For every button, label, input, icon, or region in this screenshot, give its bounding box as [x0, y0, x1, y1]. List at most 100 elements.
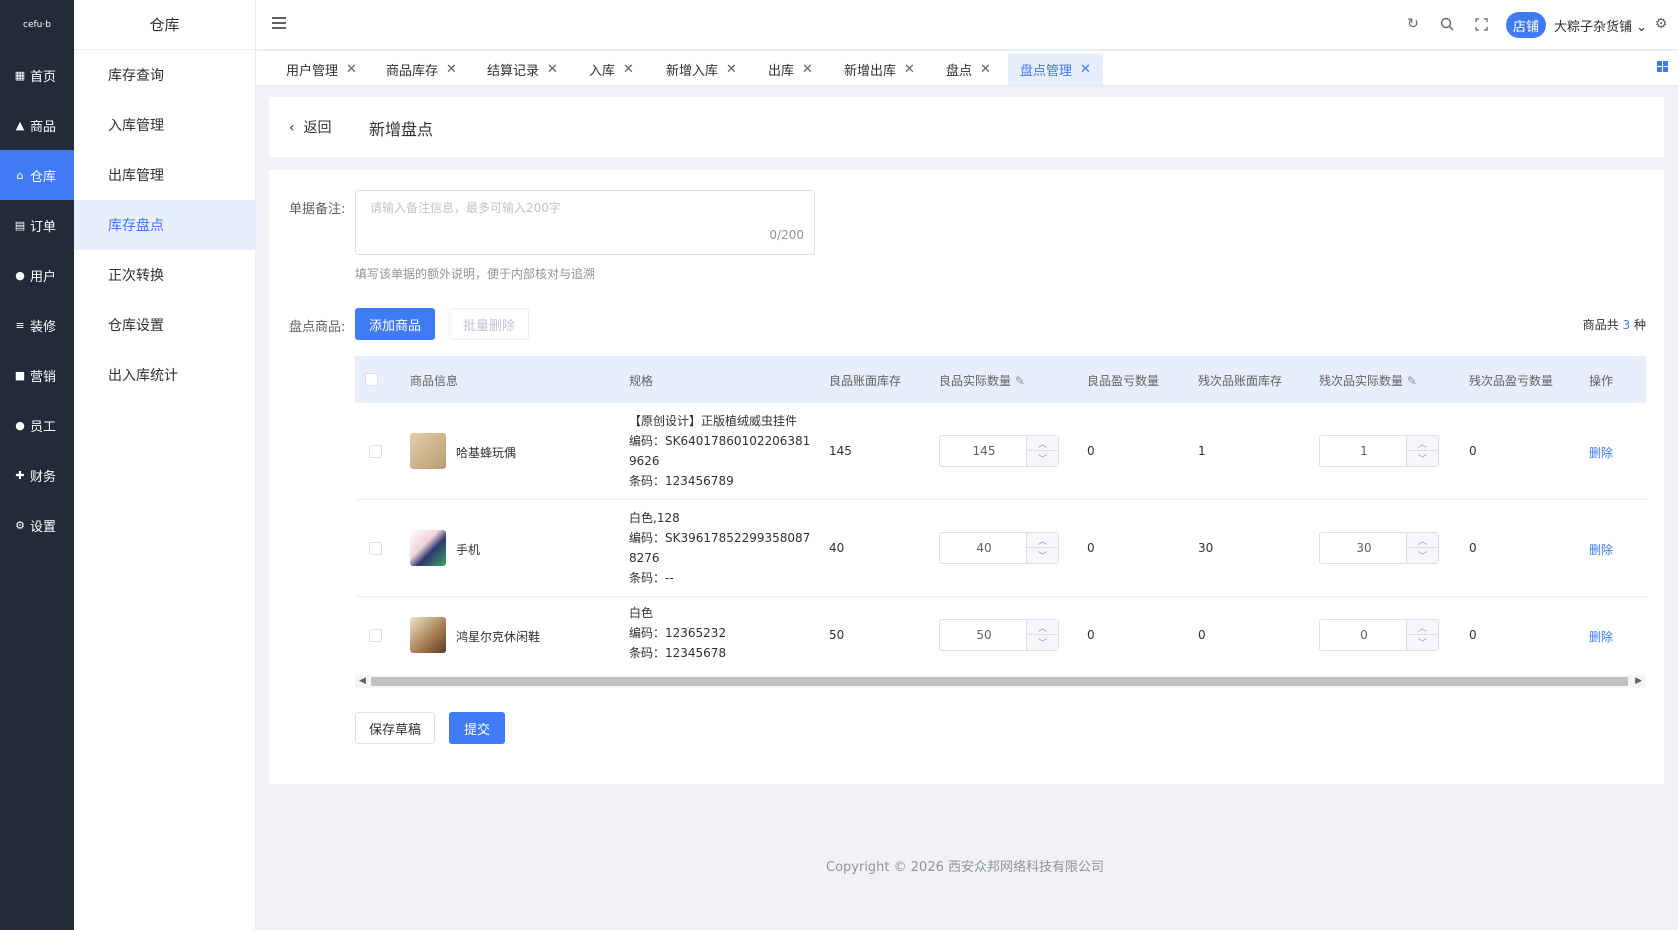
good-actual-stepper[interactable]: 145 ︿ ﹀ — [939, 435, 1059, 467]
chevron-up-icon[interactable]: ︿ — [1026, 533, 1058, 548]
page-header-card: ‹ 返回 新增盘点 — [269, 97, 1664, 157]
chevron-up-icon[interactable]: ︿ — [1406, 533, 1438, 548]
scroll-left-icon[interactable]: ◀ — [359, 676, 366, 686]
shop-badge[interactable]: 店铺 — [1506, 12, 1546, 38]
tab-goods-stock[interactable]: 商品库存 ✕ — [374, 54, 469, 85]
nav-item-staff[interactable]: ● 员工 — [0, 400, 74, 450]
good-actual-stepper[interactable]: 40 ︿ ﹀ — [939, 532, 1059, 564]
refresh-icon[interactable]: ↻ — [1404, 15, 1422, 33]
warehouse-icon: ⌂ — [16, 168, 24, 182]
scroll-right-icon[interactable]: ▶ — [1635, 676, 1642, 686]
row-checkbox[interactable] — [369, 629, 382, 642]
sub-item-inbound[interactable]: 入库管理 — [74, 100, 255, 150]
row-checkbox[interactable] — [369, 542, 382, 555]
tab-stocktake[interactable]: 盘点 ✕ — [934, 54, 1003, 85]
sub-item-stocktake[interactable]: 库存盘点 — [74, 200, 255, 250]
close-icon[interactable]: ✕ — [623, 62, 634, 77]
chevron-down-icon[interactable]: ﹀ — [1406, 548, 1438, 563]
tab-inbound[interactable]: 入库 ✕ — [577, 54, 646, 85]
submit-button[interactable]: 提交 — [449, 712, 505, 744]
sub-sidebar: 仓库 库存查询 入库管理 出库管理 库存盘点 正次转换 仓库设置 出入库统计 — [74, 0, 256, 930]
tab-label: 用户管理 — [286, 64, 339, 79]
spec-text: 白色 — [629, 606, 654, 620]
nav-item-marketing[interactable]: ■ 营销 — [0, 350, 74, 400]
add-goods-button[interactable]: 添加商品 — [355, 308, 435, 340]
close-icon[interactable]: ✕ — [1080, 62, 1091, 77]
sub-item-io-stats[interactable]: 出入库统计 — [74, 350, 255, 400]
chevron-down-icon[interactable]: ﹀ — [1026, 451, 1058, 466]
delete-link[interactable]: 删除 — [1589, 541, 1613, 558]
chevron-down-icon[interactable]: ﹀ — [1406, 635, 1438, 650]
chevron-up-icon[interactable]: ︿ — [1406, 620, 1438, 635]
bad-actual-stepper[interactable]: 1 ︿ ﹀ — [1319, 435, 1439, 467]
sub-item-conversion[interactable]: 正次转换 — [74, 250, 255, 300]
tab-new-inbound[interactable]: 新增入库 ✕ — [654, 54, 749, 85]
close-icon[interactable]: ✕ — [802, 62, 813, 77]
nav-label: 订单 — [30, 219, 57, 235]
close-icon[interactable]: ✕ — [980, 62, 991, 77]
nav-item-finance[interactable]: ✚ 财务 — [0, 450, 74, 500]
back-button[interactable]: ‹ 返回 — [289, 117, 332, 137]
fullscreen-icon[interactable] — [1472, 15, 1490, 33]
product-name: 手机 — [456, 543, 481, 557]
save-draft-button[interactable]: 保存草稿 — [355, 712, 435, 744]
row-checkbox[interactable] — [369, 445, 382, 458]
scrollbar-thumb[interactable] — [371, 677, 1628, 686]
product-thumbnail — [410, 433, 446, 469]
stepper-value[interactable]: 50 — [940, 620, 1028, 650]
tab-outbound[interactable]: 出库 ✕ — [756, 54, 825, 85]
search-icon[interactable] — [1438, 15, 1456, 33]
nav-item-goods[interactable]: ▲ 商品 — [0, 100, 74, 150]
chevron-down-icon[interactable]: ﹀ — [1026, 635, 1058, 650]
nav-item-settings[interactable]: ⚙ 设置 — [0, 500, 74, 550]
close-icon[interactable]: ✕ — [904, 62, 915, 77]
collapse-menu-icon[interactable] — [272, 17, 286, 29]
chevron-down-icon[interactable]: ﹀ — [1406, 451, 1438, 466]
stepper-value[interactable]: 0 — [1320, 620, 1408, 650]
nav-item-users[interactable]: ● 用户 — [0, 250, 74, 300]
select-all-checkbox[interactable] — [365, 373, 378, 386]
stepper-value[interactable]: 145 — [940, 436, 1028, 466]
nav-item-decoration[interactable]: ≡ 装修 — [0, 300, 74, 350]
delete-link[interactable]: 删除 — [1589, 444, 1613, 461]
product-spec: 白色 编码：12365232 条码：12345678 — [629, 603, 811, 663]
shop-name-dropdown[interactable]: 大粽子杂货铺 ⌄ — [1554, 16, 1647, 35]
close-icon[interactable]: ✕ — [346, 62, 357, 77]
chevron-up-icon[interactable]: ︿ — [1026, 436, 1058, 451]
sub-item-warehouse-settings[interactable]: 仓库设置 — [74, 300, 255, 350]
chevron-up-icon[interactable]: ︿ — [1406, 436, 1438, 451]
stepper-value[interactable]: 40 — [940, 533, 1028, 563]
delete-link[interactable]: 删除 — [1589, 628, 1613, 645]
edit-icon: ✎ — [1014, 374, 1025, 388]
table-row: 手机 白色,128 编码：SK396178522993580878276 条码：… — [355, 500, 1646, 597]
chevron-up-icon[interactable]: ︿ — [1026, 620, 1058, 635]
close-icon[interactable]: ✕ — [726, 62, 737, 77]
close-icon[interactable]: ✕ — [547, 62, 558, 77]
sub-item-stock-query[interactable]: 库存查询 — [74, 50, 255, 100]
stepper-value[interactable]: 1 — [1320, 436, 1408, 466]
tab-label: 结算记录 — [487, 64, 540, 79]
nav-item-warehouse[interactable]: ⌂ 仓库 — [0, 150, 74, 200]
chevron-down-icon[interactable]: ﹀ — [1026, 548, 1058, 563]
tab-stocktake-management[interactable]: 盘点管理 ✕ — [1008, 54, 1103, 85]
tabs-menu-icon[interactable] — [1657, 61, 1668, 72]
stepper-value[interactable]: 30 — [1320, 533, 1408, 563]
nav-item-orders[interactable]: ▤ 订单 — [0, 200, 74, 250]
tab-settlement[interactable]: 结算记录 ✕ — [475, 54, 570, 85]
bad-actual-stepper[interactable]: 30 ︿ ﹀ — [1319, 532, 1439, 564]
sub-item-outbound[interactable]: 出库管理 — [74, 150, 255, 200]
tab-new-outbound[interactable]: 新增出库 ✕ — [832, 54, 927, 85]
th-goods-info: 商品信息 — [410, 374, 459, 388]
tabs-bar: 用户管理 ✕ 商品库存 ✕ 结算记录 ✕ 入库 ✕ 新增入库 ✕ 出库 ✕ 新增出库 ✕ 盘点… — [256, 51, 1678, 85]
good-book-stock: 50 — [829, 628, 845, 642]
settings-gear-icon[interactable]: ⚙ — [1652, 15, 1670, 33]
tab-user-management[interactable]: 用户管理 ✕ — [274, 54, 369, 85]
close-icon[interactable]: ✕ — [446, 62, 457, 77]
table-horizontal-scrollbar[interactable]: ◀ ▶ — [355, 675, 1646, 688]
bad-actual-stepper[interactable]: 0 ︿ ﹀ — [1319, 619, 1439, 651]
nav-item-home[interactable]: ▦ 首页 — [0, 50, 74, 100]
good-actual-stepper[interactable]: 50 ︿ ﹀ — [939, 619, 1059, 651]
good-book-stock: 145 — [829, 444, 852, 458]
remark-textarea[interactable]: 请输入备注信息，最多可输入200字 0/200 — [355, 190, 815, 255]
batch-delete-button[interactable]: 批量删除 — [449, 308, 529, 340]
